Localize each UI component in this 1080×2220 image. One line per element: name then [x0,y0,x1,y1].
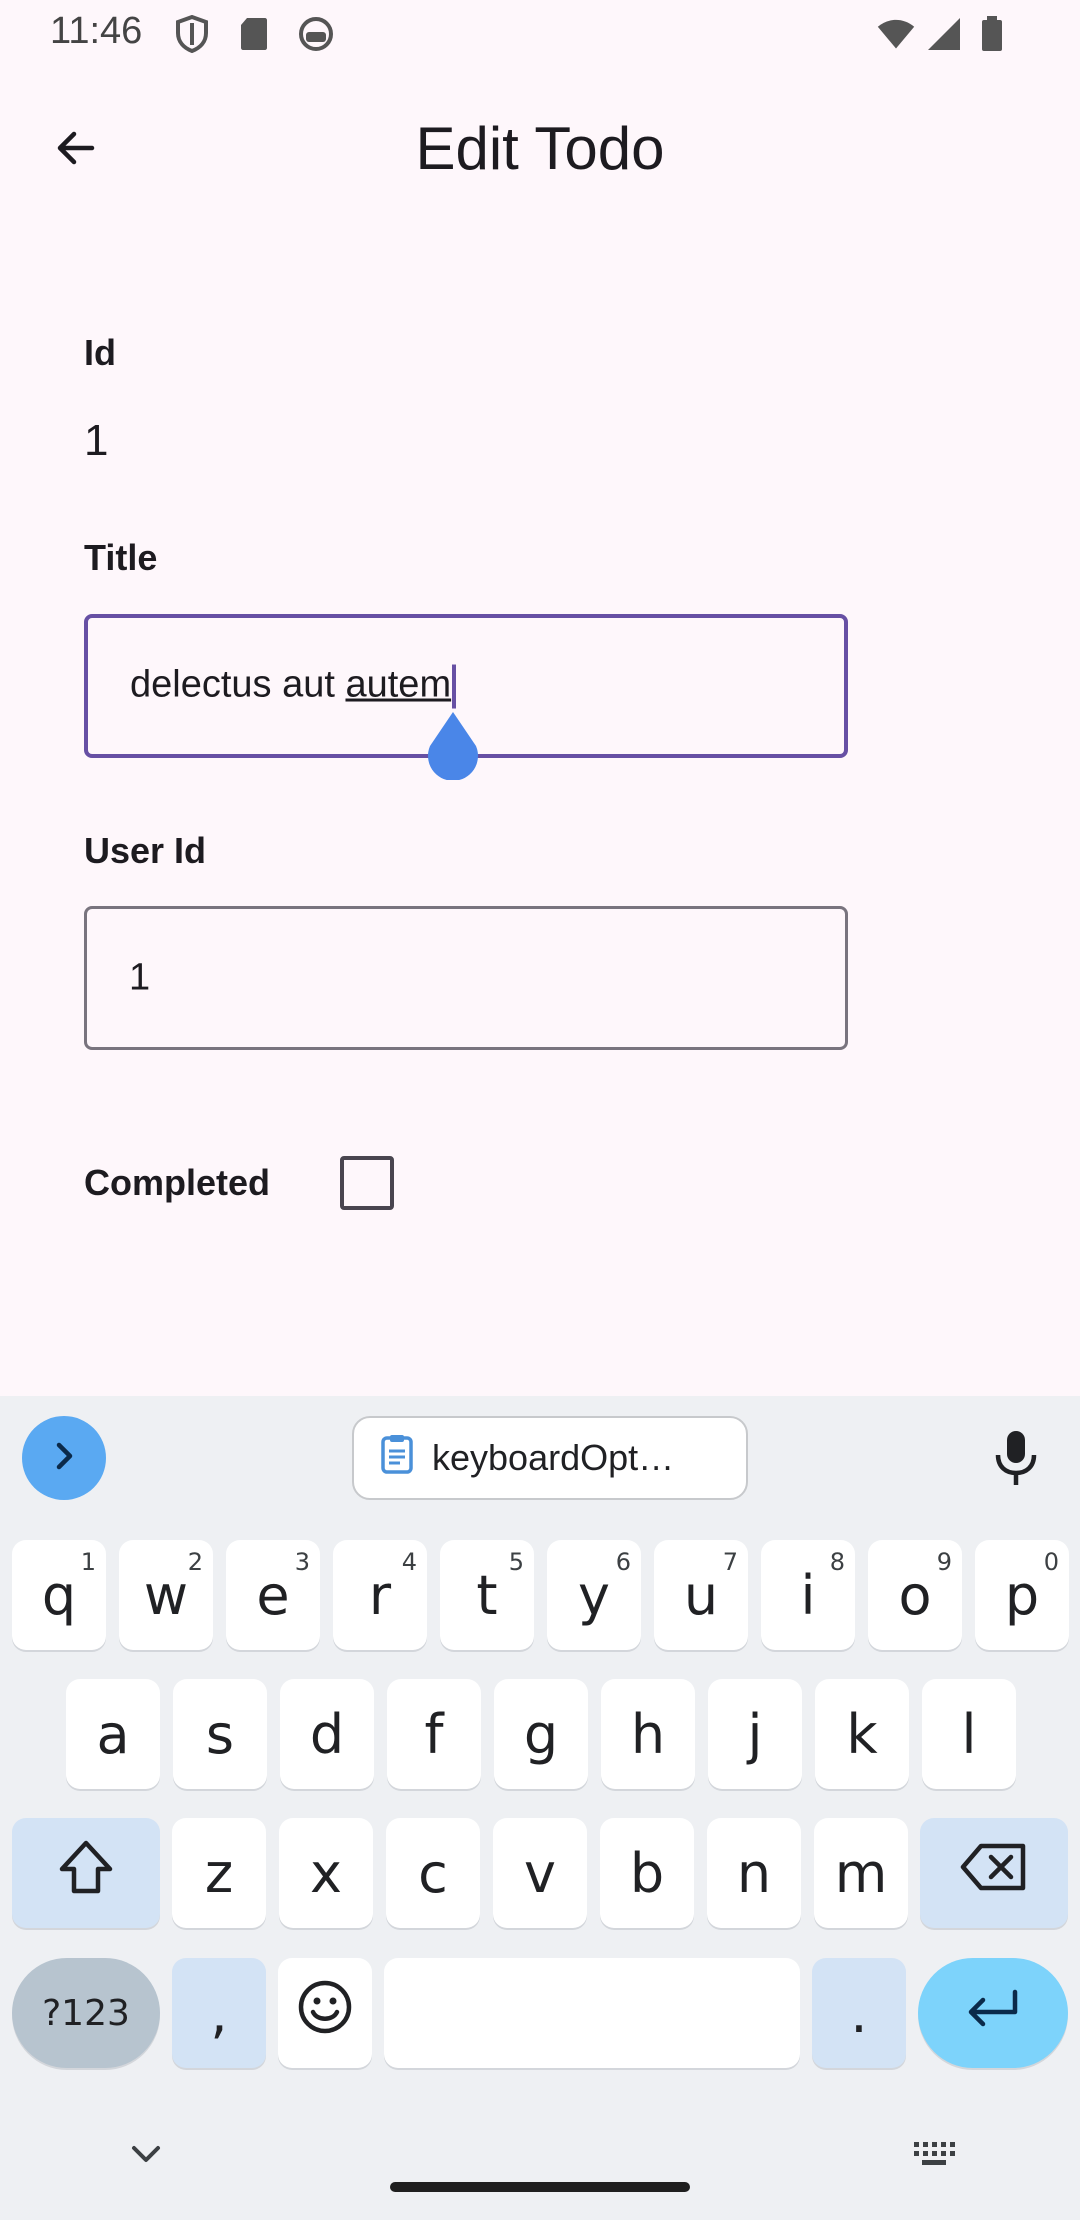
page-title: Edit Todo [415,115,665,182]
key-label: w [143,1563,189,1627]
key-f[interactable]: f [387,1679,481,1789]
key-label: o [898,1563,932,1627]
key-label: u [683,1563,719,1627]
shift-key[interactable] [12,1818,160,1928]
key-a[interactable]: a [66,1679,160,1789]
key-hint: 4 [401,1548,417,1576]
key-hint: 1 [80,1548,96,1576]
key-o[interactable]: o9 [868,1540,962,1650]
chevron-down-icon [126,2146,166,2174]
key-w[interactable]: w2 [119,1540,213,1650]
title-field-text: delectus aut autem [130,663,457,709]
soft-keyboard [0,1396,1080,2220]
comma-key[interactable]: , [172,1958,266,2068]
title-text-composing: autem [345,663,452,706]
key-p[interactable]: p0 [975,1540,1069,1650]
user-id-field[interactable]: 1 [84,906,848,1050]
key-h[interactable]: h [601,1679,695,1789]
key-hint: 5 [508,1548,524,1576]
key-u[interactable]: u7 [654,1540,748,1650]
key-y[interactable]: y6 [547,1540,641,1650]
key-q[interactable]: q1 [12,1540,106,1650]
status-time: 11:46 [50,10,143,52]
key-hint: 3 [294,1548,310,1576]
backspace-key[interactable] [920,1818,1068,1928]
title-label: Title [84,537,158,578]
key-label: r [368,1563,392,1627]
key-z[interactable]: z [172,1818,266,1928]
key-m[interactable]: m [814,1818,908,1928]
key-hint: 9 [936,1548,952,1576]
key-v[interactable]: v [493,1818,587,1928]
key-b[interactable]: b [600,1818,694,1928]
keyboard-icon [910,2142,958,2174]
key-hint: 0 [1043,1548,1059,1576]
period-key[interactable]: . [812,1958,906,2068]
key-hint: 8 [829,1548,845,1576]
sd-card-icon [234,14,274,54]
id-label: Id [84,332,116,373]
expand-toolbar-button[interactable] [22,1416,106,1500]
emoji-icon [297,1979,353,2048]
key-r[interactable]: r4 [333,1540,427,1650]
key-label: t [476,1563,498,1627]
shift-icon [56,1839,116,1908]
home-indicator[interactable] [390,2182,690,2192]
microphone-icon [994,1429,1038,1492]
key-label: p [1004,1563,1040,1627]
key-x[interactable]: x [279,1818,373,1928]
key-label: q [41,1563,77,1627]
chevron-right-icon [46,1438,82,1479]
key-c[interactable]: c [386,1818,480,1928]
key-e[interactable]: e3 [226,1540,320,1650]
text-selection-handle[interactable] [424,710,482,781]
completed-checkbox[interactable] [340,1156,394,1210]
text-cursor [452,664,457,709]
battery-icon [972,14,1012,54]
enter-key[interactable] [918,1958,1068,2068]
key-label: i [800,1563,816,1627]
key-hint: 7 [722,1548,738,1576]
clipboard-suggestion-text: keyboardOpt… [432,1437,675,1478]
title-text-plain: delectus aut [130,663,346,706]
symbols-key[interactable]: ?123 [12,1958,160,2068]
clipboard-icon [380,1433,414,1484]
shield-icon [172,14,212,54]
id-value: 1 [84,416,109,465]
android-debug-icon [296,14,336,54]
user-id-field-text: 1 [129,956,151,999]
key-hint: 2 [187,1548,203,1576]
key-d[interactable]: d [280,1679,374,1789]
clipboard-suggestion-chip[interactable]: keyboardOpt… [352,1416,748,1500]
hide-keyboard-button[interactable] [126,2138,166,2175]
completed-label: Completed [84,1162,271,1203]
key-hint: 6 [615,1548,631,1576]
keyboard-switch-button[interactable] [910,2138,958,2175]
key-g[interactable]: g [494,1679,588,1789]
voice-input-button[interactable] [984,1424,1048,1496]
signal-icon [924,14,964,54]
key-s[interactable]: s [173,1679,267,1789]
user-id-label: User Id [84,830,207,871]
key-n[interactable]: n [707,1818,801,1928]
wifi-icon [876,14,916,54]
emoji-key[interactable] [278,1958,372,2068]
key-k[interactable]: k [815,1679,909,1789]
backspace-icon [959,1842,1029,1905]
key-j[interactable]: j [708,1679,802,1789]
enter-arrow-icon [963,1982,1023,2045]
key-t[interactable]: t5 [440,1540,534,1650]
key-label: e [256,1563,290,1627]
key-l[interactable]: l [922,1679,1016,1789]
space-key[interactable] [384,1958,800,2068]
key-i[interactable]: i8 [761,1540,855,1650]
key-label: y [578,1563,610,1627]
